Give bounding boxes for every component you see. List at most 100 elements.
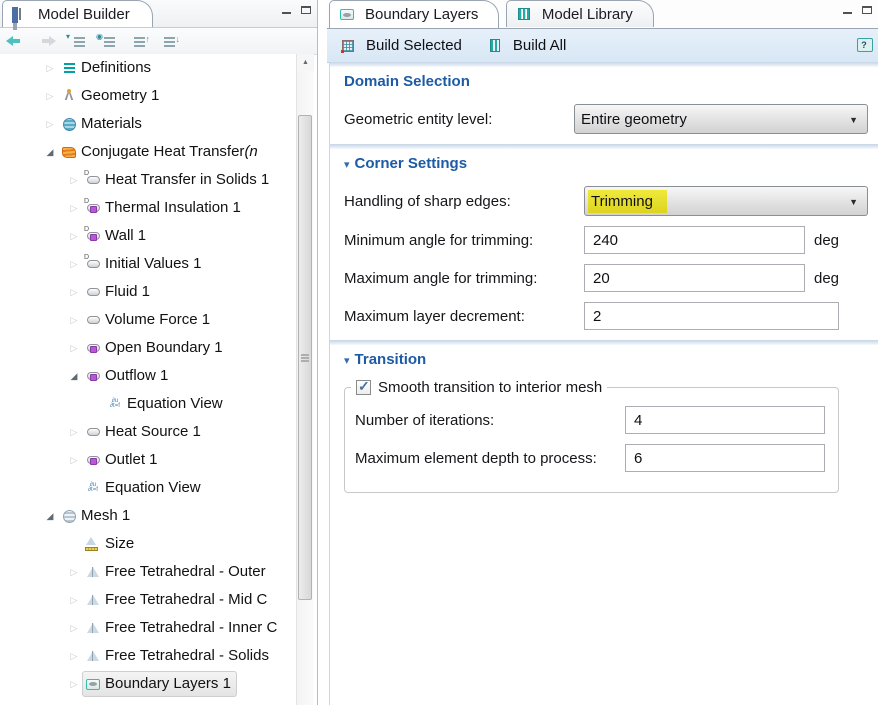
max-angle-label: Maximum angle for trimming:	[344, 270, 584, 287]
highlighted-value: Trimming	[588, 190, 667, 213]
expander-icon[interactable]	[66, 418, 82, 446]
scroll-thumb[interactable]	[298, 115, 312, 600]
minimize-icon[interactable]	[843, 12, 852, 14]
free-tetrahedral-icon	[84, 592, 102, 608]
tree-item[interactable]: Initial Values 1	[0, 250, 296, 278]
expander-icon[interactable]	[42, 138, 58, 166]
tree-item[interactable]: Conjugate Heat Transfer (n	[0, 138, 296, 166]
maximize-icon[interactable]	[862, 6, 872, 14]
tree-item[interactable]: Geometry 1	[0, 82, 296, 110]
tree-item[interactable]: Free Tetrahedral - Mid C	[0, 586, 296, 614]
element-depth-input[interactable]	[625, 444, 825, 472]
collapse-all-icon[interactable]: ▾	[66, 33, 86, 49]
sharp-edges-select[interactable]: Trimming	[584, 186, 868, 216]
tab-boundary-layers[interactable]: Boundary Layers	[329, 0, 499, 28]
expander-icon[interactable]	[66, 222, 82, 250]
max-angle-input[interactable]	[584, 264, 805, 292]
smooth-transition-legend: Smooth transition to interior mesh	[351, 379, 607, 396]
feature-default-icon	[84, 256, 102, 272]
tree-item[interactable]: Boundary Layers 1	[0, 670, 296, 698]
collapse-caret-icon[interactable]	[344, 355, 350, 367]
expander-icon[interactable]	[42, 82, 58, 110]
geometric-entity-select[interactable]: Entire geometry	[574, 104, 868, 134]
tree-item[interactable]: Free Tetrahedral - Solids	[0, 642, 296, 670]
tree-item[interactable]: Heat Source 1	[0, 418, 296, 446]
expander-icon[interactable]	[66, 558, 82, 586]
panel-title: Model Builder	[38, 6, 130, 23]
expander-icon[interactable]	[66, 586, 82, 614]
tree-item[interactable]: Materials	[0, 110, 296, 138]
tree-item[interactable]: Mesh 1	[0, 502, 296, 530]
tree-item[interactable]: Fluid 1	[0, 278, 296, 306]
settings-tabbar: Boundary Layers Model Library	[327, 0, 878, 29]
expander-icon[interactable]	[42, 54, 58, 82]
feature-default-icon	[84, 172, 102, 188]
tree-item[interactable]: Heat Transfer in Solids 1	[0, 166, 296, 194]
model-builder-icon	[11, 6, 29, 22]
section-title: Transition	[355, 351, 427, 368]
section-title: Domain Selection	[344, 73, 470, 90]
scroll-up-icon[interactable]	[297, 54, 314, 71]
forward-icon[interactable]	[36, 33, 56, 49]
tree-item[interactable]: Free Tetrahedral - Inner C	[0, 614, 296, 642]
model-builder-panel: Model Builder ▾ ◉ ↑ ↓ Definitions Geomet…	[0, 0, 318, 705]
tree-item[interactable]: Equation View	[0, 474, 296, 502]
expander-icon[interactable]	[66, 278, 82, 306]
expander-icon[interactable]	[66, 362, 82, 390]
iterations-row: Number of iterations:	[355, 406, 830, 434]
tree-scrollbar[interactable]	[296, 54, 314, 705]
collapse-caret-icon[interactable]	[344, 159, 350, 171]
show-view-options-icon[interactable]: ◉	[96, 33, 116, 49]
tab-model-library[interactable]: Model Library	[506, 0, 654, 27]
expander-icon[interactable]	[66, 334, 82, 362]
tree-item[interactable]: Size	[0, 530, 296, 558]
corner-settings-header[interactable]: Corner Settings	[330, 144, 878, 177]
tree-item[interactable]: Free Tetrahedral - Outer	[0, 558, 296, 586]
layer-decrement-label: Maximum layer decrement:	[344, 308, 584, 325]
move-up-icon[interactable]: ↑	[126, 33, 146, 49]
boundary-layers-icon	[338, 7, 356, 23]
expander-icon[interactable]	[42, 502, 58, 530]
expander-icon[interactable]	[66, 194, 82, 222]
build-all-button[interactable]: Build All	[482, 35, 570, 56]
back-icon[interactable]	[6, 33, 26, 49]
help-icon[interactable]	[855, 37, 873, 53]
min-angle-row: Minimum angle for trimming: deg	[344, 226, 868, 254]
conjugate-heat-transfer-icon	[60, 144, 78, 160]
tree-item[interactable]: Volume Force 1	[0, 306, 296, 334]
move-down-icon[interactable]: ↓	[156, 33, 176, 49]
feature-purple-icon	[84, 452, 102, 468]
tree-item[interactable]: Open Boundary 1	[0, 334, 296, 362]
tree-item[interactable]: Outlet 1	[0, 446, 296, 474]
expander-icon[interactable]	[66, 306, 82, 334]
expander-icon[interactable]	[66, 642, 82, 670]
tree-item[interactable]: Thermal Insulation 1	[0, 194, 296, 222]
mesh-icon	[60, 508, 78, 524]
expander-icon[interactable]	[66, 614, 82, 642]
maximize-icon[interactable]	[301, 6, 311, 14]
build-selected-button[interactable]: Build Selected	[335, 35, 466, 56]
tree-item[interactable]: Wall 1	[0, 222, 296, 250]
minimize-icon[interactable]	[282, 12, 291, 14]
sharp-edges-label: Handling of sharp edges:	[344, 193, 584, 210]
expander-icon[interactable]	[66, 446, 82, 474]
iterations-input[interactable]	[625, 406, 825, 434]
tree-item[interactable]: Equation View	[0, 390, 296, 418]
unit-label: deg	[814, 270, 839, 287]
tree-item[interactable]	[0, 698, 296, 705]
tab-model-builder[interactable]: Model Builder	[2, 0, 153, 27]
tree-item[interactable]: Definitions	[0, 54, 296, 82]
min-angle-input[interactable]	[584, 226, 805, 254]
feature-icon	[84, 424, 102, 440]
tree-item[interactable]: Outflow 1	[0, 362, 296, 390]
build-selected-icon	[339, 38, 357, 54]
expander-icon[interactable]	[66, 250, 82, 278]
expander-icon[interactable]	[66, 670, 82, 698]
scroll-grip	[301, 357, 309, 359]
layer-decrement-input[interactable]	[584, 302, 839, 330]
feature-default-purple-icon	[84, 228, 102, 244]
smooth-transition-checkbox[interactable]	[356, 380, 371, 395]
transition-header[interactable]: Transition	[330, 340, 878, 373]
expander-icon[interactable]	[42, 110, 58, 138]
expander-icon[interactable]	[66, 166, 82, 194]
